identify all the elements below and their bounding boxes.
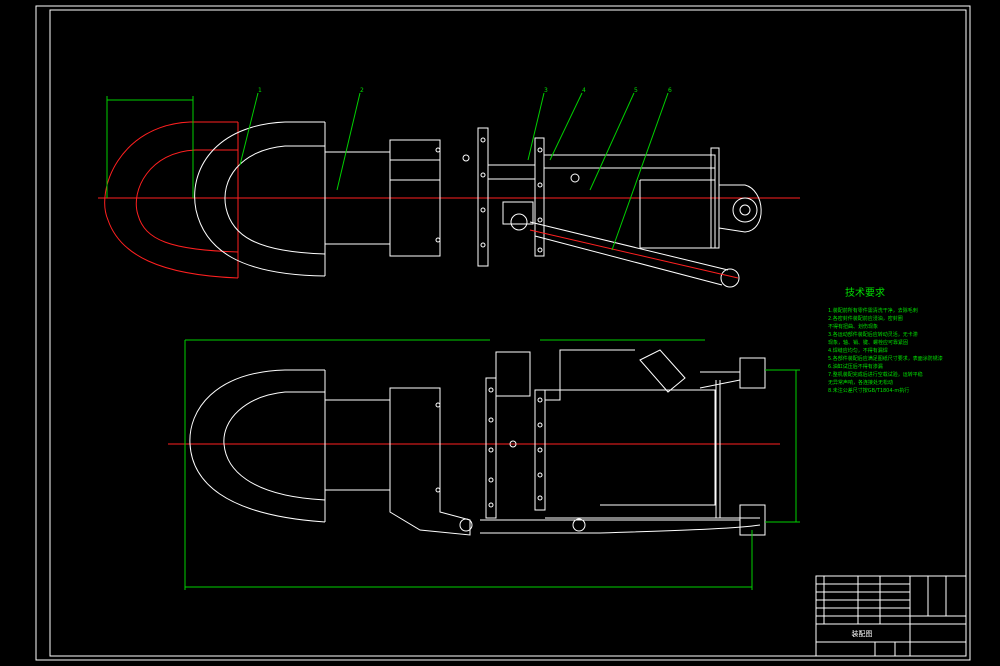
bottom-flange-right bbox=[534, 389, 546, 511]
bottom-view bbox=[168, 339, 800, 590]
part-label-3: 3 bbox=[544, 87, 548, 94]
top-link-centerline bbox=[529, 229, 739, 279]
title-block: 装配图 bbox=[815, 575, 967, 657]
top-view: 1 2 3 4 5 6 bbox=[98, 87, 800, 288]
bottom-bolts bbox=[435, 387, 543, 508]
req-line-10: 无异常声响，各连接处无松动 bbox=[828, 379, 893, 386]
top-cylinder bbox=[487, 164, 536, 180]
top-pivot bbox=[510, 213, 528, 231]
cad-drawing-sheet: 1 2 3 4 5 6 技术要求 1.装配前所有零件需清洗干净，去除毛刺 2.各… bbox=[0, 0, 1000, 666]
part-label-1: 1 bbox=[258, 87, 262, 94]
req-line-4: 3.各运动部件装配后应转动灵活，无卡滞 bbox=[828, 331, 918, 338]
part-label-4: 4 bbox=[582, 87, 586, 94]
req-line-5: 现象，轴、销、键、螺栓应可靠紧固 bbox=[828, 339, 908, 346]
part-label-2: 2 bbox=[360, 87, 364, 94]
bottom-frame bbox=[480, 349, 761, 534]
top-pivot-box bbox=[502, 201, 534, 225]
top-lug-hole-inner bbox=[739, 204, 751, 216]
top-gearbox-band bbox=[389, 159, 441, 181]
top-white-bucket bbox=[194, 121, 326, 277]
part-label-5: 5 bbox=[634, 87, 638, 94]
cad-drawing: 1 2 3 4 5 6 技术要求 1.装配前所有零件需清洗干净，去除毛刺 2.各… bbox=[35, 5, 971, 661]
bottom-bucket bbox=[189, 369, 326, 523]
bottom-pin-right bbox=[572, 518, 586, 532]
part-numbers: 1 2 3 4 5 6 bbox=[258, 87, 672, 94]
req-line-9: 7.整机装配完成后进行空载试验，运转平稳 bbox=[828, 371, 923, 378]
tech-requirements: 技术要求 1.装配前所有零件需清洗干净，去除毛刺 2.各密封件装配前应浸油，密封… bbox=[828, 286, 943, 394]
req-line-8: 6.油缸试压后不得有渗漏 bbox=[828, 363, 883, 370]
req-line-7: 5.各部件装配后应满足图纸尺寸要求，表面涂防锈漆 bbox=[828, 355, 943, 362]
title-block-grid bbox=[816, 576, 966, 656]
req-line-3: 不得有扭曲、划伤现象 bbox=[828, 323, 878, 330]
req-line-1: 1.装配前所有零件需清洗干净，去除毛刺 bbox=[828, 307, 918, 314]
req-line-2: 2.各密封件装配前应浸油，密封圈 bbox=[828, 315, 903, 322]
part-label-6: 6 bbox=[668, 87, 672, 94]
top-flange-left bbox=[477, 127, 489, 267]
bottom-gearbox bbox=[389, 387, 471, 536]
bottom-lug-top bbox=[739, 357, 766, 389]
drawing-name: 装配图 bbox=[852, 629, 873, 638]
tech-requirements-title: 技术要求 bbox=[845, 286, 885, 299]
bottom-boom bbox=[324, 399, 391, 491]
req-line-6: 4.焊缝应均匀，不得有漏焊 bbox=[828, 347, 888, 354]
top-lug-hole bbox=[732, 197, 758, 223]
bottom-top-bracket bbox=[495, 351, 531, 397]
bottom-angled-arm bbox=[639, 349, 741, 393]
leader-lines bbox=[239, 92, 669, 251]
top-diagonal-link bbox=[529, 221, 729, 286]
tech-requirements-lines: 1.装配前所有零件需清洗干净，去除毛刺 2.各密封件装配前应浸油，密封圈 不得有… bbox=[828, 307, 943, 394]
req-line-11: 8.未注公差尺寸按GB/T1804-m执行 bbox=[828, 387, 909, 394]
